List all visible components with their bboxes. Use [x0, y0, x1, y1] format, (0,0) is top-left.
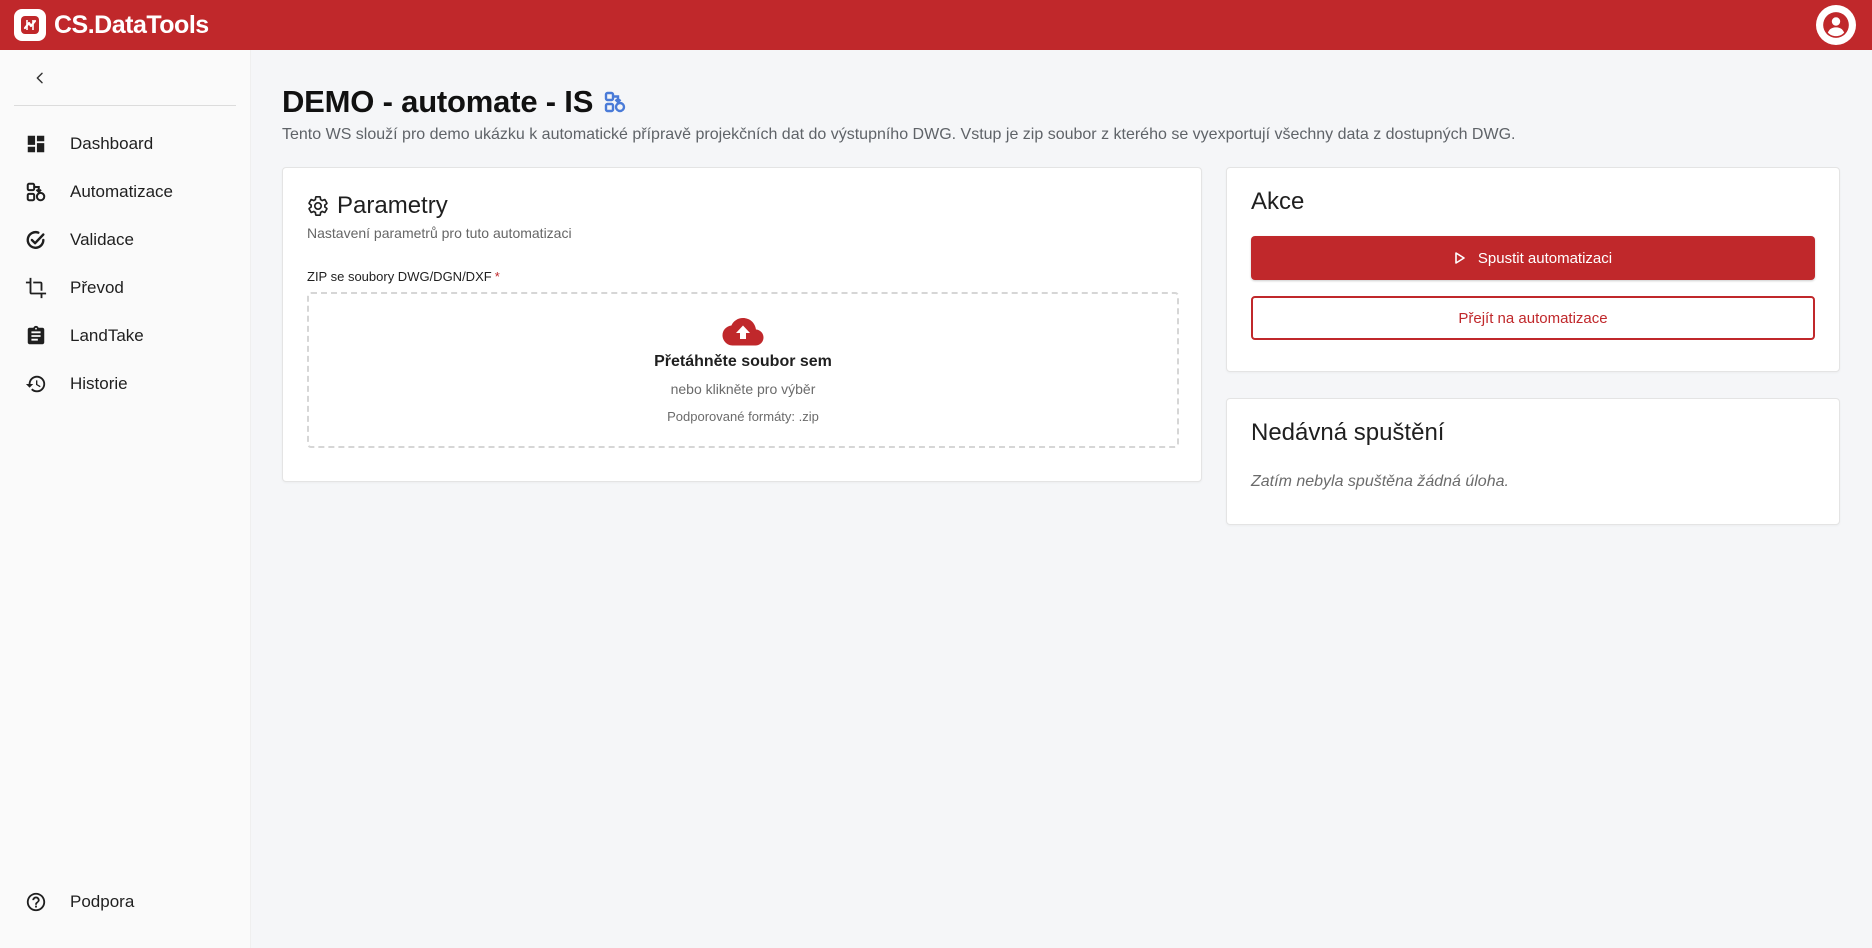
- run-automation-button[interactable]: Spustit automatizaci: [1251, 236, 1815, 280]
- help-icon: [24, 890, 48, 914]
- play-icon: [1454, 252, 1466, 264]
- cloud-upload-icon: [722, 317, 764, 347]
- goto-automations-label: Přejít na automatizace: [1458, 309, 1608, 327]
- sidebar-item-label: Podpora: [70, 892, 135, 911]
- goto-automations-button[interactable]: Přejít na automatizace: [1251, 296, 1815, 340]
- history-icon: [24, 372, 48, 396]
- logo-icon: [14, 9, 46, 41]
- page-header: DEMO - automate - IS: [282, 84, 1842, 120]
- dashboard-icon: [24, 132, 48, 156]
- sidebar-item-landtake[interactable]: LandTake: [0, 312, 250, 360]
- page-title: DEMO - automate - IS: [282, 84, 594, 119]
- sidebar-item-historie[interactable]: Historie: [0, 360, 250, 408]
- clipboard-icon: [24, 324, 48, 348]
- file-dropzone[interactable]: Přetáhněte soubor sem nebo klikněte pro …: [307, 292, 1179, 448]
- parameters-header: Parametry: [307, 192, 1177, 220]
- sidebar-item-podpora[interactable]: Podpora: [0, 878, 250, 926]
- automation-icon: [24, 180, 48, 204]
- recent-runs-empty: Zatím nebyla spuštěna žádná úloha.: [1251, 473, 1509, 490]
- parameters-card: Parametry Nastavení parametrů pro tuto a…: [282, 167, 1202, 482]
- sidebar-item-label: Automatizace: [70, 182, 173, 201]
- parameters-title: Parametry: [337, 192, 448, 219]
- zip-field-label: ZIP se soubory DWG/DGN/DXF *: [307, 269, 1177, 284]
- automation-icon: [603, 90, 627, 114]
- dropzone-subtitle: nebo klikněte pro výběr: [670, 380, 816, 397]
- required-mark: *: [494, 269, 500, 284]
- chevron-left-icon: [36, 72, 43, 83]
- field-label-text: ZIP se soubory DWG/DGN/DXF: [307, 269, 492, 284]
- sidebar-item-label: LandTake: [70, 326, 144, 345]
- sidebar-bottom: Podpora: [0, 878, 250, 926]
- sidebar-item-label: Dashboard: [70, 134, 154, 153]
- sidebar-item-dashboard[interactable]: Dashboard: [0, 120, 250, 168]
- sidebar-item-prevod[interactable]: Převod: [0, 264, 250, 312]
- gear-icon: [307, 195, 329, 217]
- user-avatar[interactable]: [1816, 5, 1856, 45]
- actions-card: Akce Spustit automatizaci Přejít na auto…: [1226, 167, 1840, 372]
- top-bar: CS.DataTools: [0, 0, 1872, 50]
- sidebar-nav: Dashboard Automatizace Validace Převod L…: [0, 120, 250, 408]
- app-name: CS.DataTools: [54, 10, 209, 39]
- collapse-sidebar-button[interactable]: [28, 66, 52, 90]
- run-automation-label: Spustit automatizaci: [1477, 249, 1613, 267]
- sidebar-item-label: Historie: [70, 374, 128, 393]
- sidebar-item-label: Validace: [70, 230, 134, 249]
- parameters-subtitle: Nastavení parametrů pro tuto automatizac…: [307, 225, 572, 241]
- main-content: DEMO - automate - IS Tento WS slouží pro…: [282, 50, 1842, 525]
- sidebar-item-validace[interactable]: Validace: [0, 216, 250, 264]
- sidebar-item-label: Převod: [70, 278, 124, 297]
- sidebar-collapse-row: [14, 50, 236, 106]
- brand[interactable]: CS.DataTools: [14, 9, 209, 41]
- crop-icon: [24, 276, 48, 300]
- validation-icon: [24, 228, 48, 252]
- account-icon: [1823, 12, 1849, 38]
- dropzone-formats: Podporované formáty: .zip: [667, 408, 819, 424]
- sidebar-item-automatizace[interactable]: Automatizace: [0, 168, 250, 216]
- sidebar: Dashboard Automatizace Validace Převod L…: [0, 50, 251, 948]
- page-description: Tento WS slouží pro demo ukázku k automa…: [282, 126, 1516, 143]
- dropzone-title: Přetáhněte soubor sem: [654, 352, 832, 370]
- actions-title: Akce: [1251, 188, 1305, 215]
- recent-runs-card: Nedávná spuštění Zatím nebyla spuštěna ž…: [1226, 398, 1840, 525]
- recent-runs-title: Nedávná spuštění: [1251, 419, 1445, 446]
